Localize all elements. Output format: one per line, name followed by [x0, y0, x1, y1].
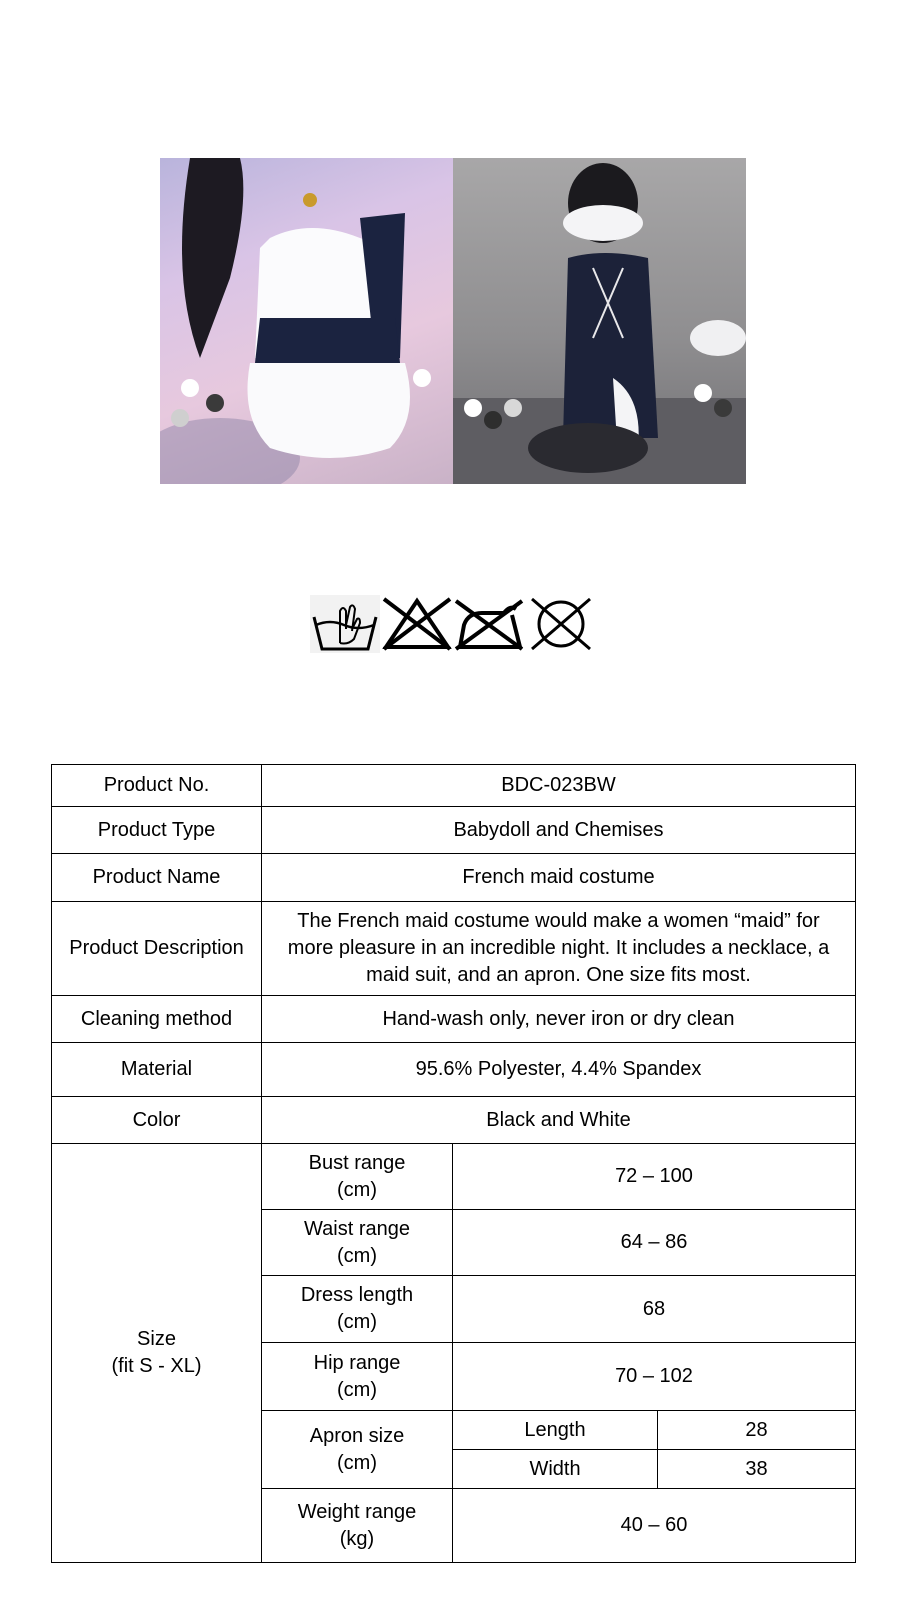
hip-range-label: Hip range (cm): [261, 1342, 453, 1411]
hip-range-value: 70 – 102: [452, 1342, 856, 1411]
dress-length-label: Dress length (cm): [261, 1275, 453, 1343]
product-name-label: Product Name: [51, 853, 262, 902]
product-spec-table: Product No. BDC-023BW Product Type Babyd…: [51, 764, 856, 1563]
material-label: Material: [51, 1042, 262, 1097]
cleaning-method-value: Hand-wash only, never iron or dry clean: [261, 995, 856, 1043]
apron-size-label: Apron size (cm): [261, 1410, 453, 1489]
apron-width-label: Width: [452, 1449, 658, 1489]
table-row: Material 95.6% Polyester, 4.4% Spandex: [51, 1042, 856, 1097]
bust-range-value: 72 – 100: [452, 1143, 856, 1210]
table-row: Size (fit S - XL) Bust range (cm) 72 – 1…: [51, 1143, 856, 1563]
no-iron-icon: [454, 595, 524, 653]
no-dry-clean-icon: [526, 595, 596, 653]
product-description-value: The French maid costume would make a wom…: [261, 901, 856, 996]
waist-range-value: 64 – 86: [452, 1209, 856, 1276]
table-row: Product No. BDC-023BW: [51, 764, 856, 807]
product-name-value: French maid costume: [261, 853, 856, 902]
cleaning-method-label: Cleaning method: [51, 995, 262, 1043]
product-photo-front: [160, 158, 453, 484]
product-description-label: Product Description: [51, 901, 262, 996]
no-bleach-icon: [382, 595, 452, 653]
weight-range-value: 40 – 60: [452, 1488, 856, 1563]
back-photo-illustration: [453, 163, 746, 484]
table-row: Product Type Babydoll and Chemises: [51, 806, 856, 854]
bust-range-label: Bust range (cm): [261, 1143, 453, 1210]
size-label: Size (fit S - XL): [51, 1143, 262, 1563]
table-row: Color Black and White: [51, 1096, 856, 1144]
weight-range-label: Weight range (kg): [261, 1488, 453, 1563]
table-row: Product Name French maid costume: [51, 853, 856, 902]
apron-length-label: Length: [452, 1410, 658, 1450]
product-type-value: Babydoll and Chemises: [261, 806, 856, 854]
product-no-value: BDC-023BW: [261, 764, 856, 807]
waist-range-label: Waist range (cm): [261, 1209, 453, 1276]
dress-length-value: 68: [452, 1275, 856, 1343]
product-no-label: Product No.: [51, 764, 262, 807]
product-photos: [160, 158, 746, 484]
apron-width-value: 38: [657, 1449, 856, 1489]
color-label: Color: [51, 1096, 262, 1144]
product-type-label: Product Type: [51, 806, 262, 854]
table-row: Cleaning method Hand-wash only, never ir…: [51, 995, 856, 1043]
color-value: Black and White: [261, 1096, 856, 1144]
care-instructions: [310, 595, 600, 653]
front-photo-illustration: [160, 158, 431, 484]
table-row: Product Description The French maid cost…: [51, 901, 856, 996]
hand-wash-icon: [310, 595, 380, 653]
apron-length-value: 28: [657, 1410, 856, 1450]
product-photo-back: [453, 158, 746, 484]
material-value: 95.6% Polyester, 4.4% Spandex: [261, 1042, 856, 1097]
